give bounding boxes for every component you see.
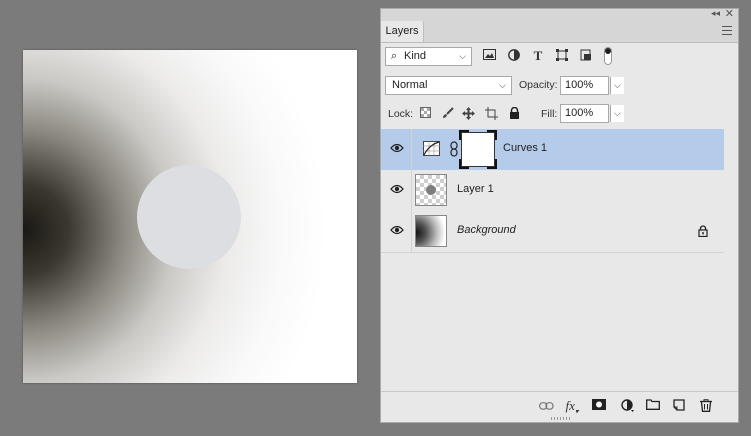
- resize-grip[interactable]: [551, 417, 571, 420]
- add-mask-icon[interactable]: [591, 399, 607, 413]
- blend-mode-select[interactable]: Normal ⌵: [385, 76, 512, 95]
- lock-transparent-icon[interactable]: [419, 107, 432, 120]
- close-icon[interactable]: ✕: [725, 7, 734, 20]
- chevron-down-icon: ⌵: [459, 51, 466, 61]
- eye-visibility-icon[interactable]: [390, 184, 404, 196]
- layer-row-curves[interactable]: Curves 1: [381, 129, 724, 171]
- eye-visibility-icon[interactable]: [390, 225, 404, 237]
- collapse-icon[interactable]: ◂◂: [711, 8, 720, 19]
- layer-name[interactable]: Curves 1: [503, 142, 547, 154]
- layer-thumbnail[interactable]: [415, 215, 447, 247]
- panel-menu-icon[interactable]: [722, 26, 732, 35]
- image-filter-icon[interactable]: [482, 49, 496, 63]
- layer-divider: [411, 129, 412, 170]
- search-icon: ⌕: [391, 50, 398, 62]
- lock-all-icon[interactable]: [508, 106, 521, 120]
- fill-input[interactable]: 100% ⌵: [560, 104, 624, 123]
- kind-filter-value: Kind: [404, 50, 427, 62]
- opacity-chevron-icon[interactable]: ⌵: [610, 77, 624, 94]
- delete-layer-icon[interactable]: [698, 399, 714, 413]
- lock-position-icon[interactable]: [462, 107, 475, 120]
- link-layers-icon[interactable]: [538, 399, 554, 413]
- new-adjustment-icon[interactable]: [619, 399, 635, 413]
- layer-divider: [411, 170, 412, 211]
- lock-image-icon[interactable]: [441, 107, 454, 120]
- new-layer-icon[interactable]: [671, 399, 687, 413]
- lock-icon: [698, 225, 708, 240]
- fill-value: 100%: [565, 107, 594, 119]
- layer-name[interactable]: Layer 1: [457, 183, 494, 195]
- adjustment-filter-icon[interactable]: [507, 49, 521, 63]
- panel-footer: fx▾: [381, 391, 738, 422]
- filter-toggle-icon[interactable]: [604, 47, 612, 65]
- layer-thumbnail[interactable]: [415, 174, 447, 206]
- link-chain-icon[interactable]: [450, 141, 458, 160]
- layer-mask-thumbnail[interactable]: [459, 130, 497, 169]
- layer-row-layer1[interactable]: Layer 1: [381, 170, 724, 212]
- panel-tab-row: Layers: [381, 21, 738, 43]
- curves-adjustment-icon: [423, 141, 440, 159]
- kind-filter-select[interactable]: ⌕ Kind ⌵: [385, 47, 472, 66]
- chevron-down-icon: ⌵: [499, 80, 506, 90]
- smart-object-filter-icon[interactable]: [579, 49, 593, 63]
- fx-icon[interactable]: fx▾: [564, 399, 580, 416]
- document-canvas[interactable]: [23, 50, 357, 383]
- layer-divider: [411, 211, 412, 252]
- shape-filter-icon[interactable]: [555, 49, 569, 63]
- lock-label: Lock:: [388, 108, 414, 120]
- new-group-icon[interactable]: [645, 399, 661, 413]
- eye-visibility-icon[interactable]: [390, 143, 404, 155]
- type-filter-icon[interactable]: T: [531, 49, 545, 63]
- opacity-value: 100%: [565, 79, 594, 91]
- tab-layers[interactable]: Layers: [381, 21, 424, 42]
- fill-chevron-icon[interactable]: ⌵: [610, 105, 624, 122]
- opacity-label: Opacity:: [519, 79, 558, 91]
- blend-mode-value: Normal: [392, 79, 428, 91]
- gray-circle-shape: [137, 165, 241, 269]
- layers-panel: ◂◂ ✕ Layers ⌕ Kind ⌵ T Normal ⌵ Opacity:…: [380, 8, 739, 423]
- lock-artboard-icon[interactable]: [485, 107, 498, 120]
- opacity-input[interactable]: 100% ⌵: [560, 76, 624, 95]
- layer-name[interactable]: Background: [457, 224, 516, 236]
- layer-row-background[interactable]: Background: [381, 211, 724, 253]
- fill-label: Fill:: [541, 108, 558, 120]
